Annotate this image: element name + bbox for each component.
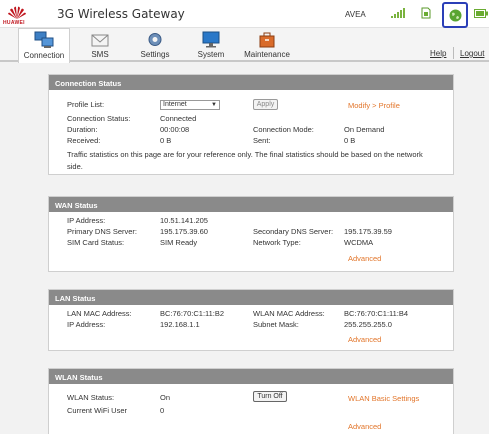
panel-title: WLAN Status [49,369,453,384]
wlan-status-label: WLAN Status: [67,393,115,402]
profile-list-label: Profile List: [67,100,105,109]
wlan-basic-settings-link[interactable]: WLAN Basic Settings [348,394,419,403]
tab-label: SMS [91,50,109,59]
secondary-dns-value: 195.175.39.59 [344,227,392,236]
tab-label: Maintenance [244,50,290,59]
gear-icon [148,33,162,46]
apply-button[interactable]: Apply [253,99,278,110]
envelope-icon [91,34,109,47]
wlan-status-value: On [160,393,171,402]
tab-label: System [197,50,225,59]
network-type-label: Network Type: [253,238,301,247]
connection-status-panel: Connection Status Profile List: Internet… [48,74,454,175]
duration-value: 00:00:08 [160,125,190,134]
sim-card-icon [421,7,431,19]
subnet-mask-label: Subnet Mask: [253,320,299,329]
profile-select[interactable]: Internet ▼ [160,100,220,110]
tab-label: Settings [140,50,170,59]
lan-status-panel: LAN Status LAN MAC Address: BC:76:70:C1:… [48,289,454,351]
operator-name: AVEA [345,10,366,19]
lan-advanced-link[interactable]: Advanced [348,335,381,344]
tab-settings[interactable]: Settings [134,28,176,62]
wifi-users-label: Current WiFi User [67,406,128,415]
lan-ip-label: IP Address: [67,320,106,329]
top-bar: HUAWEI 3G Wireless Gateway AVEA [0,0,489,28]
panel-title: WAN Status [49,197,453,212]
tab-label: Connection [23,51,65,60]
panel-title: Connection Status [49,75,453,90]
lan-ip-value: 192.168.1.1 [160,320,200,329]
app-title: 3G Wireless Gateway [57,7,185,21]
nav-divider [453,47,454,59]
wlan-mac-label: WLAN MAC Address: [253,309,325,318]
connection-status-value: Connected [160,114,197,123]
signal-strength-icon [391,8,405,18]
modify-profile-link[interactable]: Modify > Profile [348,101,400,110]
sim-status-value: SIM Ready [160,238,198,247]
connection-status-label: Connection Status: [67,114,131,123]
internet-status-button[interactable] [442,2,468,28]
traffic-note-continued: side. [67,162,83,171]
network-type-value: WCDMA [344,238,374,247]
logout-link[interactable]: Logout [460,49,484,58]
wlan-status-panel: WLAN Status WLAN Status: On Turn Off WLA… [48,368,454,434]
battery-icon [474,9,488,18]
turn-off-button[interactable]: Turn Off [253,391,287,402]
wifi-users-value: 0 [160,406,165,415]
tab-maintenance[interactable]: Maintenance [240,28,294,62]
sent-value: 0 B [344,136,356,145]
monitor-icon [202,31,220,48]
wlan-mac-value: BC:76:70:C1:11:B4 [344,309,409,318]
wan-status-panel: WAN Status IP Address: 10.51.141.205 Pri… [48,196,454,272]
secondary-dns-label: Secondary DNS Server: [253,227,334,236]
wan-advanced-link[interactable]: Advanced [348,254,381,263]
sim-status-label: SIM Card Status: [67,238,125,247]
tab-sms[interactable]: SMS [82,28,118,62]
wan-ip-value: 10.51.141.205 [160,216,208,225]
tab-connection[interactable]: Connection [18,28,70,63]
received-label: Received: [67,136,101,145]
computer-icon [34,31,54,48]
help-link[interactable]: Help [430,49,446,58]
lan-mac-value: BC:76:70:C1:11:B2 [160,309,225,318]
connection-mode-label: Connection Mode: [253,125,314,134]
primary-dns-label: Primary DNS Server: [67,227,138,236]
received-value: 0 B [160,136,172,145]
wlan-advanced-link[interactable]: Advanced [348,422,381,431]
brand-text: HUAWEI [3,20,25,26]
tab-system[interactable]: System [192,28,230,62]
profile-select-value: Internet [163,101,187,108]
panel-title: LAN Status [49,290,453,305]
wan-ip-label: IP Address: [67,216,106,225]
sent-label: Sent: [253,136,271,145]
subnet-mask-value: 255.255.255.0 [344,320,392,329]
primary-dns-value: 195.175.39.60 [160,227,208,236]
globe-icon [449,9,461,21]
toolbox-icon [259,32,275,48]
main-nav: Connection SMS Settings System Maintenan… [0,28,489,63]
lan-mac-label: LAN MAC Address: [67,309,132,318]
traffic-note: Traffic statistics on this page are for … [67,150,423,159]
connection-mode-value: On Demand [344,125,385,134]
duration-label: Duration: [67,125,98,134]
chevron-down-icon: ▼ [211,102,217,108]
